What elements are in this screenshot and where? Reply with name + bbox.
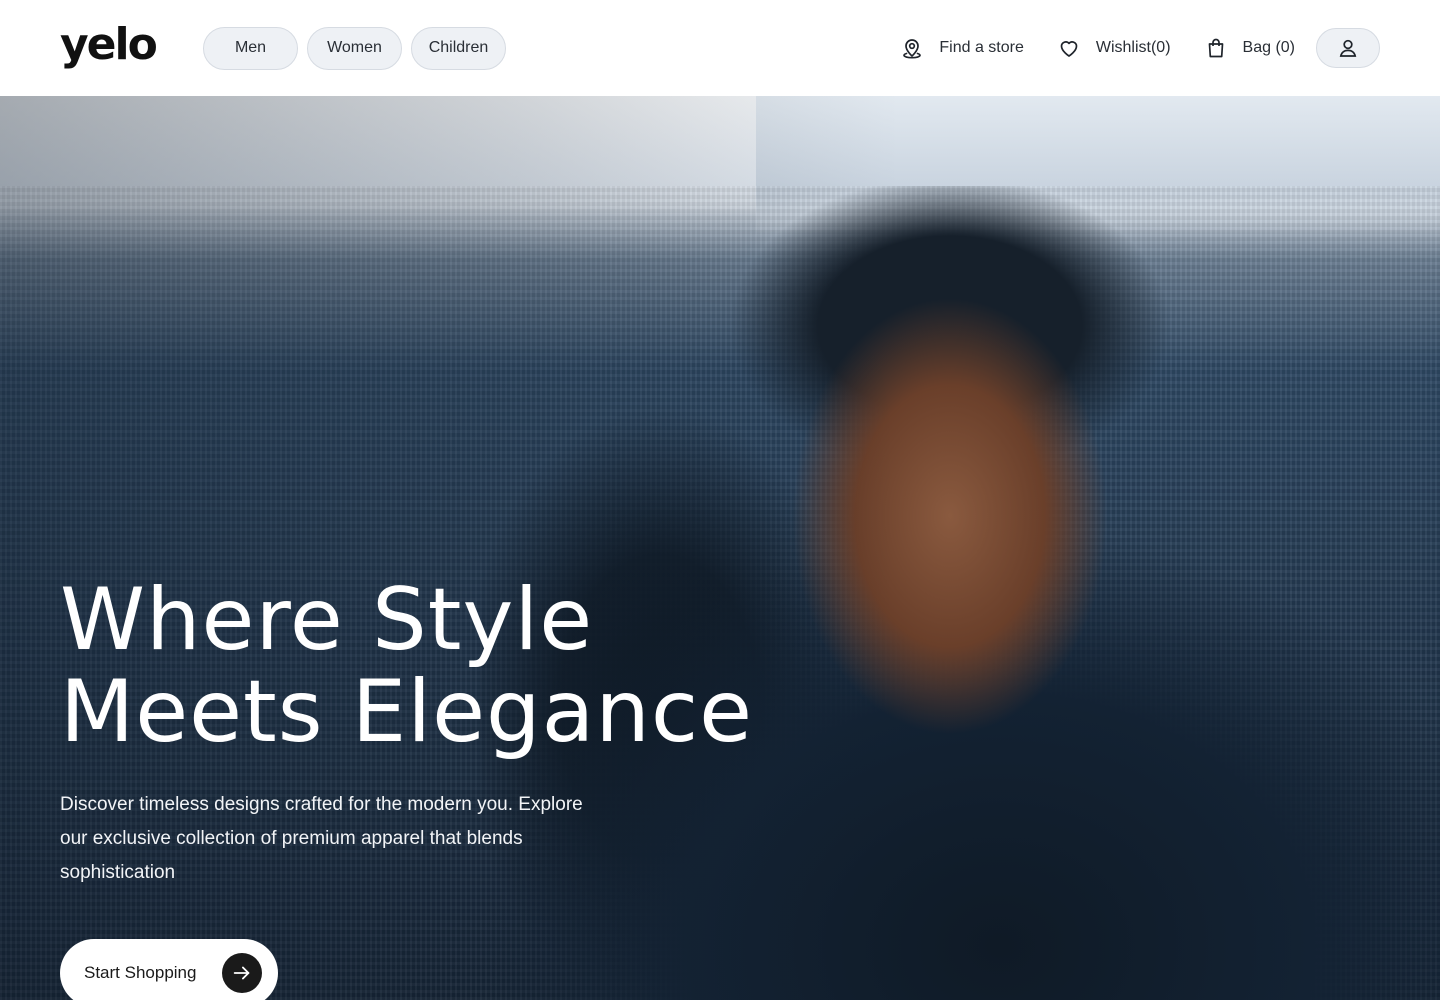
category-nav: Men Women Children <box>203 26 506 70</box>
nav-pill-women[interactable]: Women <box>307 26 402 70</box>
header-actions: Find a store Wishlist(0) Bag (0) <box>899 28 1380 68</box>
bag-label: Bag (0) <box>1242 39 1295 56</box>
profile-button[interactable] <box>1316 28 1380 68</box>
wishlist-link[interactable]: Wishlist(0) <box>1056 35 1171 61</box>
arrow-right-icon <box>222 953 262 993</box>
bag-link[interactable]: Bag (0) <box>1203 35 1295 61</box>
location-pin-icon <box>899 35 925 61</box>
wishlist-label: Wishlist(0) <box>1095 39 1171 56</box>
find-store-label: Find a store <box>939 39 1024 56</box>
brand-logo[interactable]: yelo <box>60 15 163 75</box>
nav-pill-men[interactable]: Men <box>203 26 298 70</box>
start-shopping-label: Start Shopping <box>84 963 197 982</box>
nav-pill-children[interactable]: Children <box>411 26 506 70</box>
shopping-bag-icon <box>1203 35 1229 61</box>
hero-banner: Where Style Meets Elegance Discover time… <box>0 96 1440 1000</box>
find-store-link[interactable]: Find a store <box>899 35 1024 61</box>
start-shopping-button[interactable]: Start Shopping <box>60 939 278 1000</box>
hero-title: Where Style Meets Elegance <box>60 570 754 762</box>
heart-icon <box>1056 35 1082 61</box>
site-header: yelo Men Women Children Find a store Wis… <box>0 0 1440 96</box>
user-icon <box>1335 35 1361 61</box>
hero-subtitle: Discover timeless designs crafted for th… <box>60 794 583 883</box>
